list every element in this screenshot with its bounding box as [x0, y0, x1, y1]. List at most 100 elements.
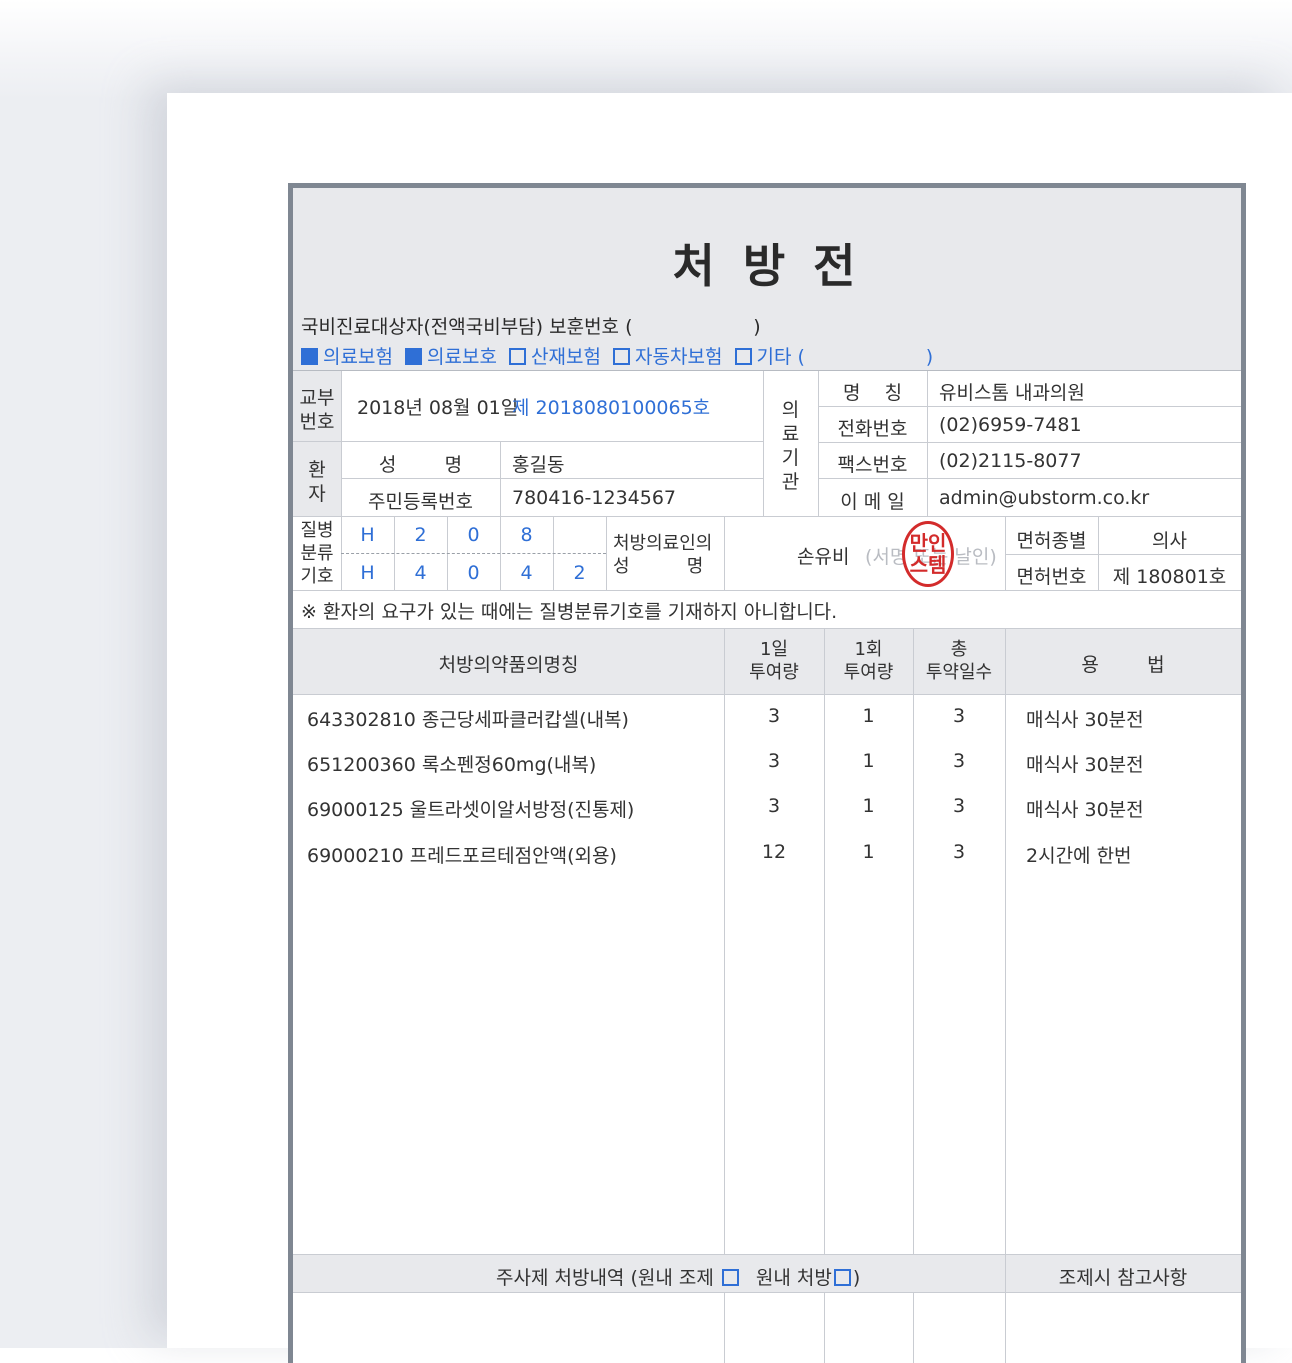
insurance-options: 의료보험 의료보호 산재보험 자동차보험 기타 ( ) — [301, 342, 933, 369]
drug-usage: 매식사 30분전 — [1026, 754, 1144, 776]
divider — [818, 406, 1241, 407]
patient-name: 홍길동 — [512, 454, 565, 476]
divider — [818, 442, 1241, 443]
divider — [913, 1293, 914, 1363]
col-daily-dose: 1일 투여량 — [749, 639, 799, 683]
col-total-days: 총 투약일수 — [925, 639, 993, 683]
table-row[interactable]: 69000210 프레드포르테점안액(외용) 12 1 3 2시간에 한번 — [293, 841, 1241, 871]
prescription-form: 처 방 전 국비진료대상자(전액국비부담) 보훈번호 ( ) 의료보험 의료보호… — [288, 183, 1246, 1363]
license-type: 의사 — [1152, 530, 1187, 552]
table-row[interactable]: 69000125 울트라셋이알서방정(진통제) 3 1 3 매식사 30분전 — [293, 795, 1241, 825]
drug-dose: 1 — [862, 705, 875, 727]
notice-text: ※ 환자의 요구가 있는 때에는 질병분류기호를 기재하지 아니합니다. — [301, 601, 838, 623]
institution-email-label: 이 메 일 — [840, 491, 905, 513]
doctor-seal: 만인 스템 — [902, 521, 954, 587]
institution-fax: (02)2115-8077 — [939, 450, 1082, 472]
divider — [293, 370, 1241, 371]
checkbox-checked-icon[interactable] — [405, 348, 423, 365]
disease-header: 질병 분류 기호 — [300, 520, 334, 587]
divider — [606, 517, 607, 590]
drug-usage: 매식사 30분전 — [1026, 709, 1144, 731]
institution-name-label: 명 칭 — [842, 382, 903, 404]
veteran-number-line: 국비진료대상자(전액국비부담) 보훈번호 ( ) — [301, 316, 761, 338]
drug-dose: 1 — [862, 841, 875, 863]
institution-phone: (02)6959-7481 — [939, 414, 1082, 436]
divider — [341, 478, 763, 479]
drug-name: 651200360 록소펜정60mg(내복) — [307, 754, 597, 776]
institution-phone-label: 전화번호 — [837, 418, 908, 440]
institution-email: admin@ubstorm.co.kr — [939, 487, 1150, 509]
drug-usage: 매식사 30분전 — [1026, 799, 1144, 821]
injection-label: 주사제 처방내역 (원내 조제 원내 처방) — [496, 1267, 861, 1289]
issue-date: 2018년 08월 01일 — [357, 397, 519, 419]
drug-daily: 3 — [767, 795, 781, 817]
divider — [293, 694, 1241, 695]
patient-rrn-label: 주민등록번호 — [368, 491, 473, 513]
col-usage: 용 법 — [1081, 654, 1165, 676]
checkbox-empty-icon[interactable] — [734, 348, 752, 365]
drug-daily: 12 — [761, 841, 787, 863]
license-number: 제 180801호 — [1112, 566, 1227, 588]
col-drug-name: 처방의약품의명칭 — [438, 654, 579, 676]
doctor-name: 손유비 — [797, 546, 850, 568]
patient-rrn: 780416-1234567 — [512, 487, 677, 509]
drug-usage: 2시간에 한번 — [1026, 845, 1132, 867]
drug-name: 643302810 종근당세파클러캅셀(내복) — [307, 709, 629, 731]
divider — [927, 371, 928, 516]
divider — [500, 442, 501, 516]
divider — [293, 441, 763, 442]
institution-name: 유비스톰 내과의원 — [939, 382, 1085, 404]
divider — [724, 517, 725, 590]
table-row[interactable]: 643302810 종근당세파클러캅셀(내복) 3 1 3 매식사 30분전 — [293, 705, 1241, 735]
disease-code-cell: 4 — [414, 562, 427, 584]
in-house-rx-checkbox[interactable] — [833, 1269, 851, 1286]
drug-days: 3 — [952, 795, 966, 817]
divider — [1005, 554, 1241, 555]
in-house-prep-checkbox[interactable] — [721, 1269, 739, 1286]
drug-dose: 1 — [862, 750, 875, 772]
doctor-label: 처방의료인의 성 명 — [613, 533, 713, 577]
disease-code-cell: 2 — [573, 562, 586, 584]
issue-number: 제 2018080100065호 — [512, 397, 711, 419]
col-single-dose: 1회 투여량 — [843, 639, 894, 683]
license-number-label: 면허번호 — [1016, 566, 1087, 588]
issue-number-header: 교부 번호 — [299, 387, 335, 433]
divider — [818, 478, 1241, 479]
institution-header: 의 료 기 관 — [781, 399, 800, 493]
divider — [293, 590, 1241, 591]
insurance-option[interactable]: 기타 ( ) — [734, 346, 933, 368]
disease-code-cell: H — [360, 562, 375, 584]
patient-name-label: 성 명 — [378, 454, 463, 476]
insurance-option[interactable]: 의료보험 — [301, 346, 393, 368]
patient-header: 환 자 — [308, 459, 326, 505]
divider — [824, 1293, 825, 1363]
disease-code-cell: 8 — [520, 524, 533, 546]
insurance-option[interactable]: 자동차보험 — [613, 346, 722, 368]
dispensing-note-label: 조제시 참고사항 — [1058, 1267, 1188, 1289]
disease-code-cell: 0 — [467, 562, 480, 584]
disease-code-cell: 0 — [467, 524, 480, 546]
drug-days: 3 — [952, 705, 966, 727]
drug-daily: 3 — [767, 705, 781, 727]
dashed-divider — [341, 553, 606, 554]
drug-daily: 3 — [767, 750, 781, 772]
table-row[interactable]: 651200360 록소펜정60mg(내복) 3 1 3 매식사 30분전 — [293, 750, 1241, 780]
license-type-label: 면허종별 — [1016, 530, 1087, 552]
checkbox-empty-icon[interactable] — [509, 348, 527, 365]
divider — [293, 1292, 1241, 1293]
checkbox-checked-icon[interactable] — [301, 348, 318, 365]
drug-days: 3 — [952, 750, 966, 772]
insurance-option[interactable]: 산재보험 — [509, 346, 601, 368]
form-title: 처 방 전 — [672, 239, 862, 293]
disease-code-cell: H — [360, 524, 375, 546]
institution-fax-label: 팩스번호 — [837, 454, 908, 476]
drug-days: 3 — [952, 841, 966, 863]
checkbox-empty-icon[interactable] — [613, 348, 631, 365]
drug-dose: 1 — [862, 795, 875, 817]
drug-name: 69000125 울트라셋이알서방정(진통제) — [307, 799, 635, 821]
insurance-option[interactable]: 의료보호 — [405, 346, 497, 368]
divider — [724, 1293, 725, 1363]
disease-code-cell: 4 — [520, 562, 533, 584]
disease-code-cell: 2 — [414, 524, 427, 546]
drug-name: 69000210 프레드포르테점안액(외용) — [307, 845, 617, 867]
